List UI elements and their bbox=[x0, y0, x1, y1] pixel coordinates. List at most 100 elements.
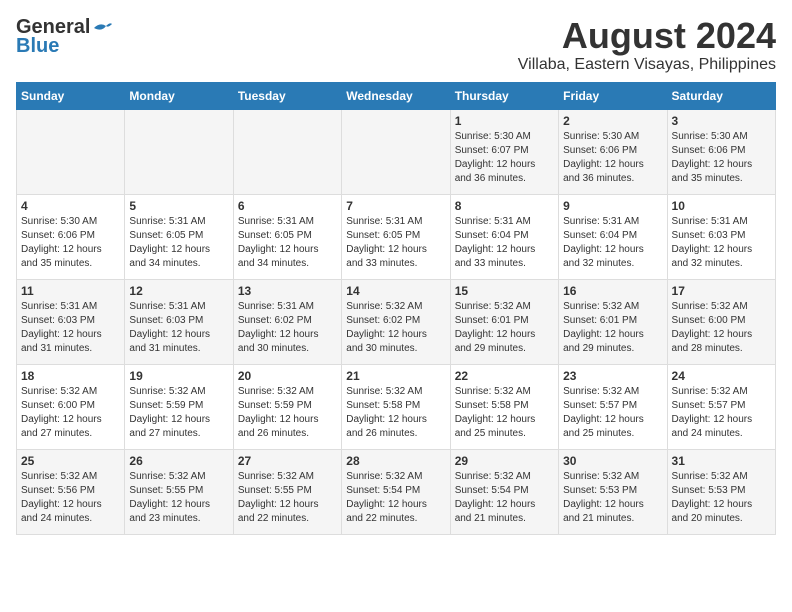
calendar-cell: 29Sunrise: 5:32 AMSunset: 5:54 PMDayligh… bbox=[450, 449, 558, 534]
cell-date-number: 3 bbox=[672, 114, 771, 128]
cell-info-text: Sunrise: 5:31 AMSunset: 6:03 PMDaylight:… bbox=[129, 300, 228, 356]
calendar-table: SundayMondayTuesdayWednesdayThursdayFrid… bbox=[16, 82, 776, 535]
calendar-cell: 14 Sunrise: 5:32 AMSunset: 6:02 PMDayligh… bbox=[342, 279, 450, 364]
cell-date-number: 8 bbox=[455, 199, 554, 213]
calendar-cell: 1 Sunrise: 5:30 AMSunset: 6:07 PMDaylight… bbox=[450, 109, 558, 194]
week-row-1: 1 Sunrise: 5:30 AMSunset: 6:07 PMDaylight… bbox=[17, 109, 776, 194]
calendar-cell: 5Sunrise: 5:31 AMSunset: 6:05 PMDaylight… bbox=[125, 194, 233, 279]
cell-info-text: Sunrise: 5:32 AMSunset: 5:58 PMDaylight:… bbox=[346, 385, 445, 441]
cell-date-number: 1 bbox=[455, 114, 554, 128]
calendar-cell: 22Sunrise: 5:32 AMSunset: 5:58 PMDayligh… bbox=[450, 364, 558, 449]
logo-blue: Blue bbox=[16, 35, 59, 58]
calendar-cell: 8 Sunrise: 5:31 AMSunset: 6:04 PMDaylight… bbox=[450, 194, 558, 279]
calendar-cell bbox=[17, 109, 125, 194]
calendar-cell: 26 Sunrise: 5:32 AMSunset: 5:55 PMDayligh… bbox=[125, 449, 233, 534]
calendar-cell: 10Sunrise: 5:31 AMSunset: 6:03 PMDayligh… bbox=[667, 194, 775, 279]
cell-date-number: 12 bbox=[129, 284, 228, 298]
calendar-cell: 20Sunrise: 5:32 AMSunset: 5:59 PMDayligh… bbox=[233, 364, 341, 449]
cell-info-text: Sunrise: 5:30 AMSunset: 6:06 PMDaylight:… bbox=[672, 130, 771, 186]
cell-date-number: 14 bbox=[346, 284, 445, 298]
cell-date-number: 19 bbox=[129, 369, 228, 383]
calendar-cell: 17Sunrise: 5:32 AMSunset: 6:00 PMDayligh… bbox=[667, 279, 775, 364]
cell-info-text: Sunrise: 5:31 AMSunset: 6:05 PMDaylight:… bbox=[346, 215, 445, 271]
day-header-friday: Friday bbox=[559, 82, 667, 109]
calendar-cell: 12 Sunrise: 5:31 AMSunset: 6:03 PMDayligh… bbox=[125, 279, 233, 364]
logo-bird-icon bbox=[92, 20, 114, 36]
day-header-wednesday: Wednesday bbox=[342, 82, 450, 109]
cell-info-text: Sunrise: 5:32 AMSunset: 5:59 PMDaylight:… bbox=[129, 385, 228, 441]
calendar-cell: 24Sunrise: 5:32 AMSunset: 5:57 PMDayligh… bbox=[667, 364, 775, 449]
cell-info-text: Sunrise: 5:32 AMSunset: 5:58 PMDaylight:… bbox=[455, 385, 554, 441]
cell-info-text: Sunrise: 5:32 AMSunset: 6:00 PMDaylight:… bbox=[672, 300, 771, 356]
calendar-cell: 16Sunrise: 5:32 AMSunset: 6:01 PMDayligh… bbox=[559, 279, 667, 364]
day-header-thursday: Thursday bbox=[450, 82, 558, 109]
cell-info-text: Sunrise: 5:31 AMSunset: 6:02 PMDaylight:… bbox=[238, 300, 337, 356]
cell-info-text: Sunrise: 5:32 AMSunset: 6:01 PMDaylight:… bbox=[455, 300, 554, 356]
calendar-cell bbox=[125, 109, 233, 194]
calendar-cell: 3 Sunrise: 5:30 AMSunset: 6:06 PMDaylight… bbox=[667, 109, 775, 194]
cell-info-text: Sunrise: 5:32 AMSunset: 6:01 PMDaylight:… bbox=[563, 300, 662, 356]
cell-date-number: 11 bbox=[21, 284, 120, 298]
cell-date-number: 7 bbox=[346, 199, 445, 213]
cell-info-text: Sunrise: 5:32 AMSunset: 5:54 PMDaylight:… bbox=[455, 470, 554, 526]
calendar-cell: 19 Sunrise: 5:32 AMSunset: 5:59 PMDayligh… bbox=[125, 364, 233, 449]
calendar-cell bbox=[233, 109, 341, 194]
calendar-cell: 25 Sunrise: 5:32 AMSunset: 5:56 PMDayligh… bbox=[17, 449, 125, 534]
calendar-cell: 4 Sunrise: 5:30 AMSunset: 6:06 PMDaylight… bbox=[17, 194, 125, 279]
cell-info-text: Sunrise: 5:31 AMSunset: 6:04 PMDaylight:… bbox=[455, 215, 554, 271]
week-row-4: 18 Sunrise: 5:32 AMSunset: 6:00 PMDayligh… bbox=[17, 364, 776, 449]
calendar-cell: 11 Sunrise: 5:31 AMSunset: 6:03 PMDayligh… bbox=[17, 279, 125, 364]
cell-info-text: Sunrise: 5:32 AMSunset: 5:57 PMDaylight:… bbox=[563, 385, 662, 441]
cell-date-number: 13 bbox=[238, 284, 337, 298]
week-row-2: 4 Sunrise: 5:30 AMSunset: 6:06 PMDaylight… bbox=[17, 194, 776, 279]
cell-info-text: Sunrise: 5:32 AMSunset: 6:02 PMDaylight:… bbox=[346, 300, 445, 356]
cell-date-number: 26 bbox=[129, 454, 228, 468]
calendar-cell: 15 Sunrise: 5:32 AMSunset: 6:01 PMDayligh… bbox=[450, 279, 558, 364]
cell-date-number: 21 bbox=[346, 369, 445, 383]
calendar-cell: 27 Sunrise: 5:32 AMSunset: 5:55 PMDayligh… bbox=[233, 449, 341, 534]
cell-date-number: 23 bbox=[563, 369, 662, 383]
cell-info-text: Sunrise: 5:31 AMSunset: 6:03 PMDaylight:… bbox=[21, 300, 120, 356]
day-header-monday: Monday bbox=[125, 82, 233, 109]
day-header-saturday: Saturday bbox=[667, 82, 775, 109]
cell-info-text: Sunrise: 5:32 AMSunset: 5:59 PMDaylight:… bbox=[238, 385, 337, 441]
calendar-cell: 30 Sunrise: 5:32 AMSunset: 5:53 PMDayligh… bbox=[559, 449, 667, 534]
cell-date-number: 31 bbox=[672, 454, 771, 468]
calendar-cell: 21 Sunrise: 5:32 AMSunset: 5:58 PMDayligh… bbox=[342, 364, 450, 449]
week-row-5: 25 Sunrise: 5:32 AMSunset: 5:56 PMDayligh… bbox=[17, 449, 776, 534]
cell-info-text: Sunrise: 5:32 AMSunset: 5:56 PMDaylight:… bbox=[21, 470, 120, 526]
cell-date-number: 18 bbox=[21, 369, 120, 383]
week-row-3: 11 Sunrise: 5:31 AMSunset: 6:03 PMDayligh… bbox=[17, 279, 776, 364]
cell-date-number: 4 bbox=[21, 199, 120, 213]
calendar-cell bbox=[342, 109, 450, 194]
cell-info-text: Sunrise: 5:30 AMSunset: 6:07 PMDaylight:… bbox=[455, 130, 554, 186]
calendar-cell: 7 Sunrise: 5:31 AMSunset: 6:05 PMDaylight… bbox=[342, 194, 450, 279]
cell-date-number: 27 bbox=[238, 454, 337, 468]
cell-date-number: 15 bbox=[455, 284, 554, 298]
day-header-sunday: Sunday bbox=[17, 82, 125, 109]
calendar-cell: 13 Sunrise: 5:31 AMSunset: 6:02 PMDayligh… bbox=[233, 279, 341, 364]
cell-info-text: Sunrise: 5:32 AMSunset: 5:55 PMDaylight:… bbox=[129, 470, 228, 526]
cell-date-number: 2 bbox=[563, 114, 662, 128]
cell-info-text: Sunrise: 5:31 AMSunset: 6:03 PMDaylight:… bbox=[672, 215, 771, 271]
calendar-subtitle: Villaba, Eastern Visayas, Philippines bbox=[518, 56, 776, 74]
cell-info-text: Sunrise: 5:31 AMSunset: 6:05 PMDaylight:… bbox=[238, 215, 337, 271]
cell-date-number: 24 bbox=[672, 369, 771, 383]
cell-info-text: Sunrise: 5:32 AMSunset: 5:54 PMDaylight:… bbox=[346, 470, 445, 526]
calendar-cell: 6Sunrise: 5:31 AMSunset: 6:05 PMDaylight… bbox=[233, 194, 341, 279]
cell-info-text: Sunrise: 5:32 AMSunset: 5:55 PMDaylight:… bbox=[238, 470, 337, 526]
calendar-title: August 2024 bbox=[518, 16, 776, 56]
cell-date-number: 25 bbox=[21, 454, 120, 468]
logo: General Blue bbox=[16, 16, 114, 58]
cell-info-text: Sunrise: 5:31 AMSunset: 6:04 PMDaylight:… bbox=[563, 215, 662, 271]
cell-info-text: Sunrise: 5:32 AMSunset: 6:00 PMDaylight:… bbox=[21, 385, 120, 441]
cell-info-text: Sunrise: 5:32 AMSunset: 5:53 PMDaylight:… bbox=[563, 470, 662, 526]
calendar-cell: 18 Sunrise: 5:32 AMSunset: 6:00 PMDayligh… bbox=[17, 364, 125, 449]
cell-info-text: Sunrise: 5:30 AMSunset: 6:06 PMDaylight:… bbox=[21, 215, 120, 271]
calendar-cell: 31Sunrise: 5:32 AMSunset: 5:53 PMDayligh… bbox=[667, 449, 775, 534]
cell-date-number: 9 bbox=[563, 199, 662, 213]
header: General Blue August 2024 Villaba, Easter… bbox=[16, 16, 776, 74]
day-header-tuesday: Tuesday bbox=[233, 82, 341, 109]
cell-date-number: 30 bbox=[563, 454, 662, 468]
calendar-cell: 23 Sunrise: 5:32 AMSunset: 5:57 PMDayligh… bbox=[559, 364, 667, 449]
